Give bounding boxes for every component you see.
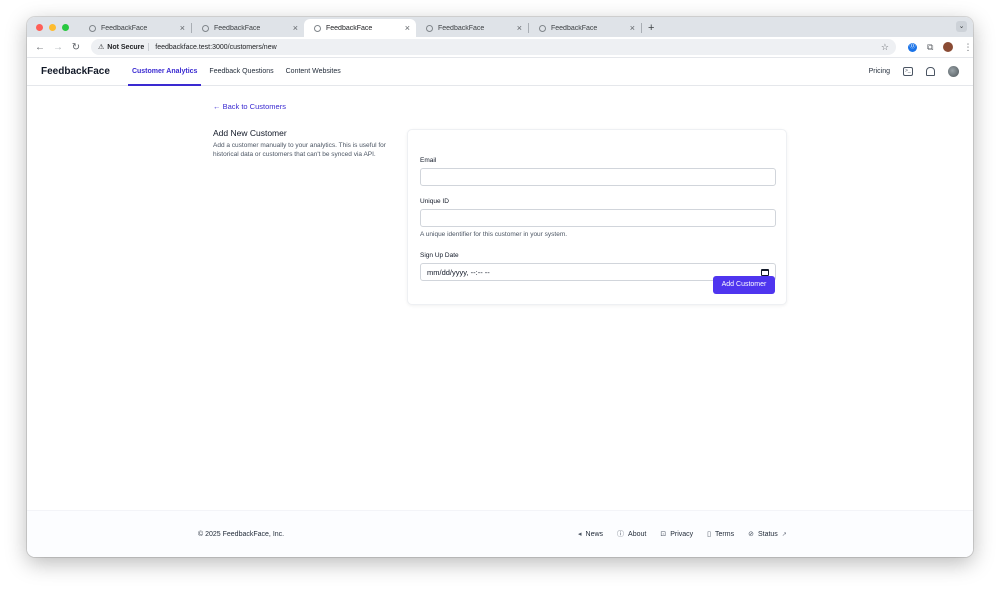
signup-date-label: Sign Up Date xyxy=(420,252,459,259)
footer-link-label: Status xyxy=(757,530,778,538)
app-header: FeedbackFace Customer Analytics Feedback… xyxy=(27,58,973,86)
megaphone-icon: ◂ xyxy=(578,531,582,538)
password-extension-icon[interactable]: ⓪ xyxy=(908,42,917,52)
close-tab-icon[interactable]: × xyxy=(293,23,298,33)
url-text: feedbackface.test:3000/customers/new xyxy=(155,43,277,51)
globe-icon xyxy=(89,24,96,32)
footer-links: ◂ News ⓘ About ⊡ Privacy ▯ Terms ⊘ Statu… xyxy=(578,529,787,539)
customer-form-card: Email Unique ID A unique identifier for … xyxy=(407,129,787,305)
email-field[interactable] xyxy=(420,168,776,186)
copyright-text: © 2025 FeedbackFace, Inc. xyxy=(198,530,285,538)
tab-title: FeedbackFace xyxy=(438,24,485,32)
browser-toolbar: ← → ↻ ⚠ Not Secure feedbackface.test:300… xyxy=(27,37,973,58)
browser-tab-4[interactable]: FeedbackFace × xyxy=(416,19,528,37)
nav-feedback-questions[interactable]: Feedback Questions xyxy=(205,58,277,86)
browser-tab-2[interactable]: FeedbackFace × xyxy=(192,19,304,37)
globe-icon xyxy=(202,24,209,32)
close-tab-icon[interactable]: × xyxy=(180,23,185,33)
extensions-puzzle-icon[interactable]: ⧉ xyxy=(927,42,933,53)
terminal-icon[interactable]: >_ xyxy=(903,67,913,76)
tab-title: FeedbackFace xyxy=(551,24,598,32)
maximize-window-button[interactable] xyxy=(62,24,69,31)
security-label: Not Secure xyxy=(107,43,145,51)
nav-customer-analytics[interactable]: Customer Analytics xyxy=(127,58,202,86)
bookmark-star-icon[interactable]: ☆ xyxy=(881,42,889,53)
tab-search-chevron-icon[interactable]: ⌄ xyxy=(956,21,967,32)
check-circle-icon: ⊘ xyxy=(748,531,754,538)
info-icon: ⓘ xyxy=(617,531,625,538)
page-description: Add a customer manually to your analytic… xyxy=(213,142,386,158)
unique-id-field[interactable] xyxy=(420,209,776,227)
pricing-link[interactable]: Pricing xyxy=(869,68,890,75)
footer-link-label: Terms xyxy=(715,530,735,538)
profile-avatar-icon[interactable] xyxy=(943,42,954,52)
document-icon: ▯ xyxy=(707,531,712,538)
bell-icon[interactable] xyxy=(926,67,935,76)
add-customer-button[interactable]: Add Customer xyxy=(713,276,775,294)
page-title: Add New Customer xyxy=(213,128,287,138)
footer-link-status[interactable]: ⊘ Status ↗ xyxy=(748,529,787,539)
unique-id-help-text: A unique identifier for this customer in… xyxy=(420,231,568,238)
footer-link-label: About xyxy=(628,530,647,538)
security-indicator[interactable]: ⚠ Not Secure xyxy=(98,43,150,51)
lock-icon: ⊡ xyxy=(660,531,667,538)
footer-link-terms[interactable]: ▯ Terms xyxy=(707,529,734,539)
footer-link-about[interactable]: ⓘ About xyxy=(617,529,646,539)
footer-link-label: Privacy xyxy=(670,530,694,538)
app-logo[interactable]: FeedbackFace xyxy=(41,66,110,77)
browser-tab-1[interactable]: FeedbackFace × xyxy=(79,19,191,37)
new-tab-plus-icon[interactable]: + xyxy=(642,22,654,37)
footer-link-news[interactable]: ◂ News xyxy=(578,529,603,539)
toolbar-actions: ⓪ ⧉ ⋮ xyxy=(908,42,972,53)
footer-link-label: News xyxy=(585,530,604,538)
back-to-customers-link[interactable]: ← Back to Customers xyxy=(213,102,286,111)
nav-content-websites[interactable]: Content Websites xyxy=(282,58,345,86)
address-bar[interactable]: ⚠ Not Secure feedbackface.test:3000/cust… xyxy=(91,39,896,55)
globe-icon xyxy=(539,24,546,32)
tab-title: FeedbackFace xyxy=(214,24,261,32)
external-link-icon: ↗ xyxy=(781,531,787,538)
back-arrow-icon[interactable]: ← xyxy=(31,42,49,53)
calendar-icon[interactable] xyxy=(761,268,769,276)
window-controls xyxy=(27,24,79,37)
browser-menu-icon[interactable]: ⋮ xyxy=(963,42,972,53)
unique-id-label: Unique ID xyxy=(420,198,449,205)
close-tab-icon[interactable]: × xyxy=(630,23,635,33)
browser-tab-3-active[interactable]: FeedbackFace × xyxy=(304,19,416,37)
tab-title: FeedbackFace xyxy=(101,24,148,32)
signup-date-placeholder: mm/dd/yyyy, --:-- -- xyxy=(427,267,490,277)
footer-link-privacy[interactable]: ⊡ Privacy xyxy=(660,529,693,539)
globe-icon xyxy=(314,24,321,32)
globe-icon xyxy=(426,24,433,32)
close-window-button[interactable] xyxy=(36,24,43,31)
page-footer: © 2025 FeedbackFace, Inc. ◂ News ⓘ About… xyxy=(27,510,973,557)
tab-strip: FeedbackFace × FeedbackFace × FeedbackFa… xyxy=(27,17,973,37)
tab-title: FeedbackFace xyxy=(326,24,373,32)
reload-icon[interactable]: ↻ xyxy=(67,42,85,53)
browser-tab-5[interactable]: FeedbackFace × xyxy=(529,19,641,37)
forward-arrow-icon[interactable]: → xyxy=(49,42,67,53)
header-actions: Pricing >_ xyxy=(869,66,959,77)
user-avatar[interactable] xyxy=(948,66,959,77)
close-tab-icon[interactable]: × xyxy=(517,23,522,33)
close-tab-icon[interactable]: × xyxy=(405,23,410,33)
minimize-window-button[interactable] xyxy=(49,24,56,31)
email-label: Email xyxy=(420,157,437,164)
browser-window: FeedbackFace × FeedbackFace × FeedbackFa… xyxy=(27,17,973,557)
warning-triangle-icon: ⚠ xyxy=(98,44,105,51)
